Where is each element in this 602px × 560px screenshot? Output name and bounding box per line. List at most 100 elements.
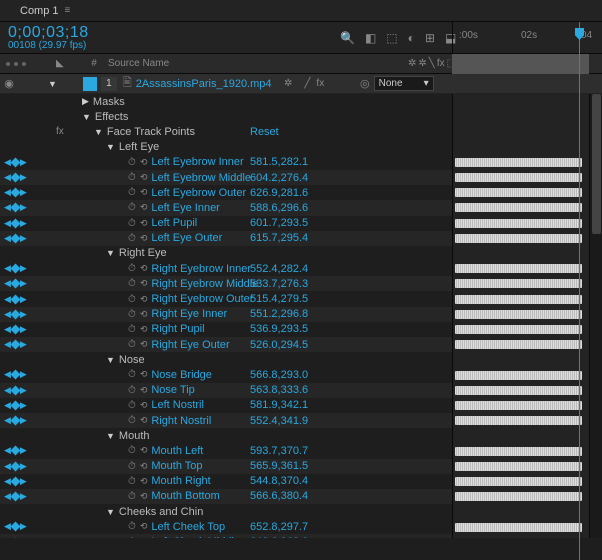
link-icon[interactable]: ⟲: [140, 157, 148, 168]
keyframe-track[interactable]: [455, 173, 582, 182]
stopwatch-icon[interactable]: ⏱: [128, 233, 136, 244]
parent-dropdown[interactable]: None▾: [374, 76, 434, 91]
keyframe-track[interactable]: [455, 462, 582, 471]
stopwatch-icon[interactable]: ⏱: [128, 278, 136, 289]
link-icon[interactable]: ⟲: [140, 415, 148, 426]
keyframe-track[interactable]: [455, 279, 582, 288]
playhead[interactable]: [579, 22, 580, 560]
layer-source-name[interactable]: 2AssassinsParis_1920.mp4: [136, 78, 272, 90]
property-value[interactable]: 604.2,276.4: [250, 172, 308, 184]
visibility-toggle-icon[interactable]: ◉: [0, 77, 18, 90]
link-icon[interactable]: ⟲: [140, 369, 148, 380]
stopwatch-icon[interactable]: ⏱: [128, 339, 136, 350]
tab-menu-icon[interactable]: ≡: [65, 5, 71, 16]
property-value[interactable]: 593.7,370.7: [250, 445, 308, 457]
stopwatch-icon[interactable]: ⏱: [128, 476, 136, 487]
expand-toggle[interactable]: ▼: [106, 142, 115, 152]
property-name[interactable]: Right Pupil: [151, 323, 204, 335]
time-ruler[interactable]: :00s 02s 04: [452, 22, 602, 54]
stopwatch-icon[interactable]: ⏱: [128, 521, 136, 532]
link-icon[interactable]: ⟲: [140, 172, 148, 183]
keyframe-track[interactable]: [455, 523, 582, 532]
property-name[interactable]: Right Eyebrow Outer: [151, 293, 253, 305]
property-value[interactable]: 552.4,341.9: [250, 415, 308, 427]
stopwatch-icon[interactable]: ⏱: [128, 172, 136, 183]
group-label[interactable]: Masks: [93, 96, 125, 108]
link-icon[interactable]: ⟲: [140, 294, 148, 305]
keyframe-track[interactable]: [455, 447, 582, 456]
link-icon[interactable]: ⟲: [140, 339, 148, 350]
stopwatch-icon[interactable]: ⏱: [128, 157, 136, 168]
group-label[interactable]: Nose: [119, 354, 145, 366]
property-value[interactable]: 626.9,281.6: [250, 187, 308, 199]
keyframe-track[interactable]: [455, 325, 582, 334]
property-value[interactable]: 544.8,370.4: [250, 475, 308, 487]
property-value[interactable]: 526.0,294.5: [250, 339, 308, 351]
link-icon[interactable]: ⟲: [140, 445, 148, 456]
property-name[interactable]: Left Eyebrow Inner: [151, 156, 243, 168]
stopwatch-icon[interactable]: ⏱: [128, 445, 136, 456]
property-value[interactable]: 565.9,361.5: [250, 460, 308, 472]
stopwatch-icon[interactable]: ⏱: [128, 400, 136, 411]
stopwatch-icon[interactable]: ⏱: [128, 263, 136, 274]
property-name[interactable]: Left Eyebrow Outer: [151, 187, 246, 199]
stopwatch-icon[interactable]: ⏱: [128, 218, 136, 229]
property-name[interactable]: Left Eyebrow Middle: [151, 172, 251, 184]
link-icon[interactable]: ⟲: [140, 324, 148, 335]
pickwhip-icon[interactable]: ◎: [360, 77, 370, 90]
expand-toggle[interactable]: ▼: [94, 127, 103, 137]
property-value[interactable]: 581.9,342.1: [250, 399, 308, 411]
property-value[interactable]: 581.5,282.1: [250, 156, 308, 168]
keyframe-track[interactable]: [455, 158, 582, 167]
property-value[interactable]: 566.8,293.0: [250, 369, 308, 381]
layer-row[interactable]: ◉ ▼ 1 🖹 2AssassinsParis_1920.mp4 ✲ ╱ fx …: [0, 74, 602, 94]
stopwatch-icon[interactable]: ⏱: [128, 294, 136, 305]
property-name[interactable]: Mouth Bottom: [151, 490, 219, 502]
property-value[interactable]: 615.7,295.4: [250, 232, 308, 244]
tool-icon[interactable]: ◧: [365, 31, 376, 45]
property-name[interactable]: Left Eye Inner: [151, 202, 220, 214]
property-name[interactable]: Left Pupil: [151, 217, 197, 229]
shy-icon[interactable]: ◣: [56, 58, 64, 69]
stopwatch-icon[interactable]: ⏱: [128, 461, 136, 472]
keyframe-track[interactable]: [455, 492, 582, 501]
effect-name[interactable]: Face Track Points: [107, 126, 195, 138]
switch-icon[interactable]: ✲: [284, 78, 292, 89]
stopwatch-icon[interactable]: ⏱: [128, 491, 136, 502]
keyframe-track[interactable]: [455, 295, 582, 304]
layer-color-chip[interactable]: [83, 77, 97, 91]
property-name[interactable]: Right Nostril: [151, 415, 211, 427]
property-value[interactable]: 563.8,333.6: [250, 384, 308, 396]
search-icon[interactable]: 🔍: [340, 31, 355, 45]
property-value[interactable]: 588.6,296.6: [250, 202, 308, 214]
stopwatch-icon[interactable]: ⏱: [128, 187, 136, 198]
stopwatch-icon[interactable]: ⏱: [128, 324, 136, 335]
expand-toggle[interactable]: ▼: [106, 248, 115, 258]
expand-toggle[interactable]: ▼: [48, 79, 57, 89]
property-name[interactable]: Mouth Right: [151, 475, 210, 487]
property-value[interactable]: 652.8,297.7: [250, 521, 308, 533]
property-name[interactable]: Nose Bridge: [151, 369, 212, 381]
tool-icon[interactable]: ◐: [408, 31, 415, 45]
group-label[interactable]: Mouth: [119, 430, 150, 442]
property-value[interactable]: 515.4,279.5: [250, 293, 308, 305]
link-icon[interactable]: ⟲: [140, 400, 148, 411]
keyframe-track[interactable]: [455, 264, 582, 273]
layer-duration-bar[interactable]: [452, 54, 589, 74]
stopwatch-icon[interactable]: ⏱: [128, 369, 136, 380]
link-icon[interactable]: ⟲: [140, 233, 148, 244]
link-icon[interactable]: ⟲: [140, 385, 148, 396]
keyframe-track[interactable]: [455, 340, 582, 349]
property-name[interactable]: Right Eye Inner: [151, 308, 227, 320]
tool-icon[interactable]: ⊞: [425, 31, 435, 45]
keyframe-track[interactable]: [455, 386, 582, 395]
scrollbar-thumb[interactable]: [592, 94, 601, 234]
tab-comp[interactable]: Comp 1 ≡: [10, 2, 80, 20]
expand-toggle[interactable]: ▶: [82, 96, 89, 107]
expand-toggle[interactable]: ▼: [106, 355, 115, 365]
group-label[interactable]: Right Eye: [119, 247, 167, 259]
property-value[interactable]: 551.2,296.8: [250, 308, 308, 320]
stopwatch-icon[interactable]: ⏱: [128, 415, 136, 426]
group-label[interactable]: Cheeks and Chin: [119, 506, 203, 518]
stopwatch-icon[interactable]: ⏱: [128, 202, 136, 213]
